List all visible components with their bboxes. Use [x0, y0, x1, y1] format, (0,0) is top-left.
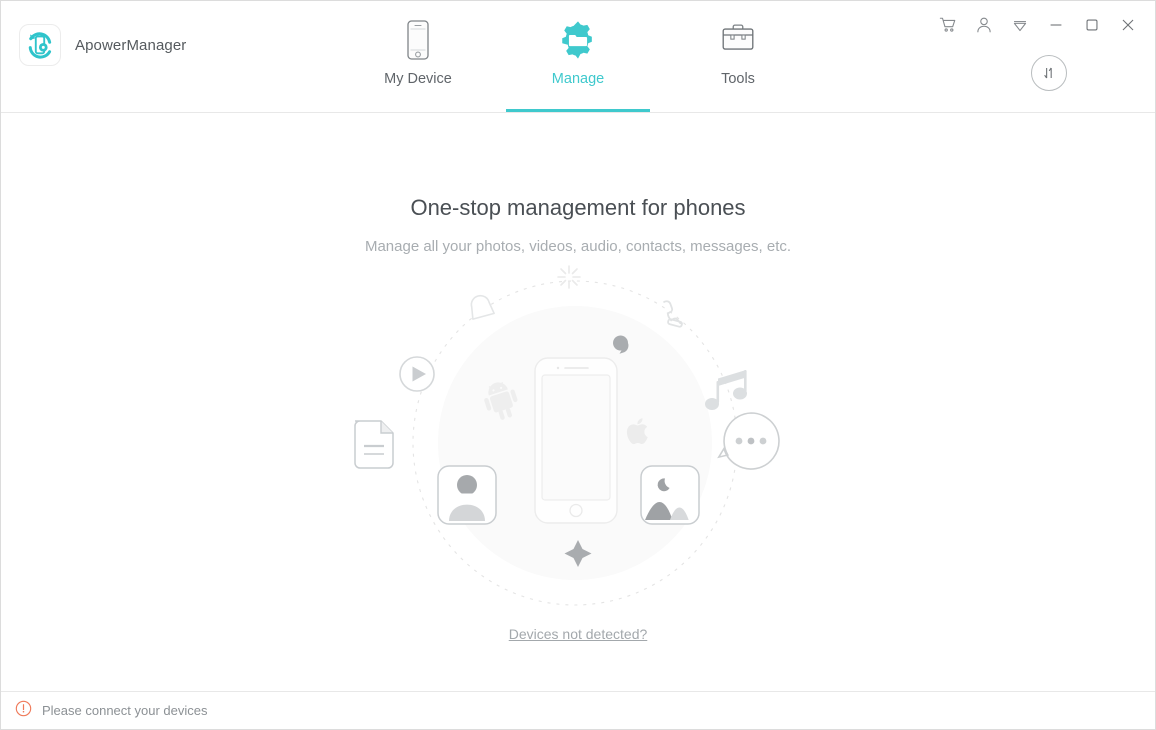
app-title: ApowerManager	[75, 36, 187, 54]
tab-tools[interactable]: Tools	[658, 1, 818, 112]
photos-icon	[640, 465, 700, 525]
diamond-icon	[470, 294, 495, 320]
maximize-icon[interactable]	[1077, 11, 1107, 39]
brand: ApowerManager	[19, 24, 186, 66]
dropdown-triangle-icon[interactable]	[1005, 11, 1035, 39]
devices-not-detected: Devices not detected?	[1, 626, 1155, 644]
page-subtitle: Manage all your photos, videos, audio, c…	[364, 238, 792, 255]
tab-label: Tools	[721, 71, 755, 87]
statusbar: Please connect your devices	[1, 691, 1155, 729]
cart-icon[interactable]	[933, 11, 963, 39]
toolbox-icon	[717, 19, 759, 61]
minimize-icon[interactable]	[1041, 11, 1071, 39]
tab-my-device[interactable]: My Device	[338, 1, 498, 112]
phone-icon	[405, 19, 431, 61]
device-phone-icon	[534, 357, 618, 524]
nav-tabs: My Device Manage Tools	[338, 1, 818, 113]
tab-label: My Device	[384, 71, 452, 87]
sparkle-icon	[557, 265, 581, 289]
chat-bubble-icon	[717, 412, 780, 470]
window-actions	[933, 11, 1143, 39]
main-content: One-stop management for phones Manage al…	[1, 113, 1155, 691]
document-icon	[354, 420, 394, 469]
status-message: Please connect your devices	[42, 703, 208, 718]
devices-not-detected-link[interactable]: Devices not detected?	[509, 626, 648, 642]
device-illustration	[343, 263, 813, 613]
transfer-arrows-icon[interactable]	[1031, 55, 1067, 91]
tab-label: Manage	[551, 71, 605, 87]
user-icon[interactable]	[969, 11, 999, 39]
gear-folder-icon	[557, 19, 599, 61]
warning-circle-icon	[15, 700, 32, 722]
titlebar: ApowerManager My Device Manage Tools	[1, 1, 1155, 113]
close-icon[interactable]	[1113, 11, 1143, 39]
music-note-icon	[705, 370, 747, 410]
phone-handset-icon	[663, 300, 683, 328]
contacts-icon	[437, 465, 497, 525]
app-window: ApowerManager My Device Manage Tools One…	[0, 0, 1156, 730]
tab-manage[interactable]: Manage	[498, 1, 658, 112]
apowermanager-logo-icon	[19, 24, 61, 66]
play-circle-icon	[399, 356, 435, 392]
page-title: One-stop management for phones	[410, 195, 746, 220]
